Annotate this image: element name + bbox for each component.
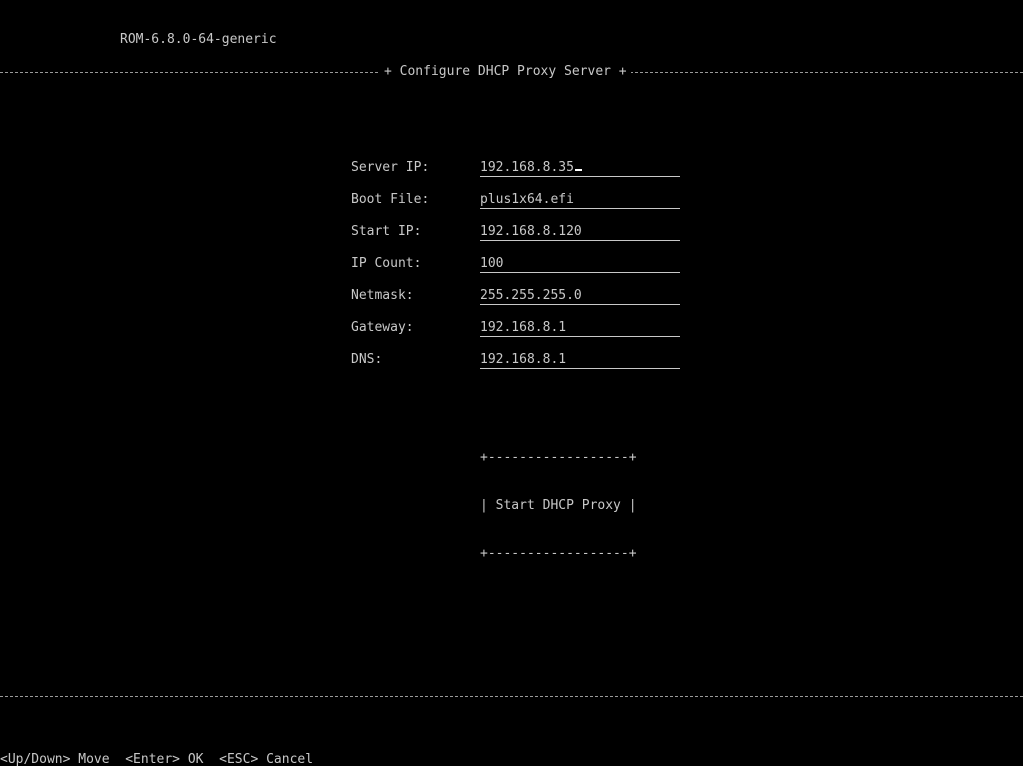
boot-file-label: Boot File:: [351, 192, 430, 207]
ip-count-label: IP Count:: [351, 256, 422, 271]
footer-divider: [0, 696, 1023, 697]
netmask-label: Netmask:: [351, 288, 414, 303]
dialog-title: + Configure DHCP Proxy Server +: [380, 64, 631, 80]
button-label: | Start DHCP Proxy |: [480, 498, 637, 513]
ip-count-field[interactable]: 100: [480, 256, 680, 273]
text-cursor: [574, 169, 582, 171]
version-label: ROM-6.8.0-64-generic: [120, 32, 277, 47]
start-dhcp-proxy-button[interactable]: +------------------+ | Start DHCP Proxy …: [480, 418, 637, 578]
start-ip-label: Start IP:: [351, 224, 422, 239]
button-bottom-border: +------------------+: [480, 546, 637, 561]
gateway-field[interactable]: 192.168.8.1: [480, 320, 680, 337]
dns-label: DNS:: [351, 352, 383, 367]
server-ip-field[interactable]: 192.168.8.35: [480, 160, 680, 177]
gateway-label: Gateway:: [351, 320, 414, 335]
boot-file-field[interactable]: plus1x64.efi: [480, 192, 680, 209]
server-ip-label: Server IP:: [351, 160, 430, 175]
netmask-field[interactable]: 255.255.255.0: [480, 288, 680, 305]
button-top-border: +------------------+: [480, 450, 637, 465]
key-hints: <Up/Down> Move <Enter> OK <ESC> Cancel: [0, 752, 314, 766]
start-ip-field[interactable]: 192.168.8.120: [480, 224, 680, 241]
dns-field[interactable]: 192.168.8.1: [480, 352, 680, 369]
